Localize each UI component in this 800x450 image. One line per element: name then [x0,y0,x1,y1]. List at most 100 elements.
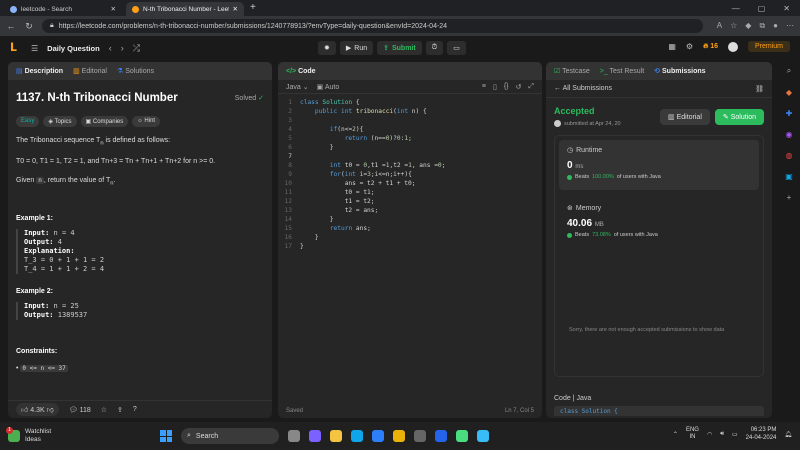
volume-icon[interactable]: 🔊︎ [720,431,724,438]
task-view-icon[interactable] [288,430,300,442]
chevron-up-icon[interactable]: ⌃ [673,431,678,438]
tab-testcase[interactable]: ☑ Testcase [554,67,590,75]
beats-icon [567,232,572,238]
copilot-icon[interactable] [477,430,489,442]
help-icon[interactable]: ? [133,406,137,413]
profile-icon[interactable]: ● [773,21,778,31]
lock-icon: ▣ [85,119,92,125]
solution-button[interactable]: ✎ Solution [714,108,764,125]
streak-counter[interactable]: 🔥︎ 16 [703,43,718,51]
code-line: 17} [284,243,304,250]
debug-button[interactable]: ✹ [318,41,336,55]
close-icon[interactable]: ✕ [111,5,116,13]
browser-tab-leetcode[interactable]: N-th Tribonacci Number - LeetCo ✕ [126,2,244,16]
windows-start-icon[interactable] [160,430,172,442]
tab-submissions[interactable]: ⟲ Submissions [654,67,705,75]
teams-icon[interactable] [309,430,321,442]
close-window-icon[interactable]: ✕ [783,4,790,13]
tab-code[interactable]: </> Code [286,68,316,75]
back-icon[interactable]: ← [6,21,16,31]
all-submissions-link[interactable]: ← All Submissions [554,85,612,92]
code-editor[interactable]: 1 class Solution { 2 public int tribonacc… [278,94,542,255]
tools-icon[interactable]: ✚ [786,109,793,118]
reload-icon[interactable]: ↻ [24,21,34,32]
minimize-icon[interactable]: — [732,4,740,13]
new-tab-icon[interactable]: + [250,2,256,16]
history-icon: ⟲ [654,68,661,75]
timer-button[interactable]: ⏰︎ [425,41,444,55]
widgets-button[interactable]: 1 Watchlist Ideas [6,427,51,444]
language-indicator[interactable]: ENG IN [686,427,699,441]
share-icon[interactable]: ⇪ [117,406,123,414]
battery-icon[interactable]: ▭ [732,431,738,438]
next-icon[interactable]: › [121,43,124,53]
extension-icon[interactable]: ◆ [745,21,751,31]
favorite-icon[interactable]: ☆ [730,21,737,31]
office-icon[interactable]: ◍ [786,151,793,160]
maximize-icon[interactable]: ▢ [758,4,766,13]
avatar[interactable] [727,41,738,52]
hint-tag[interactable]: ☼ Hint [132,116,161,127]
code-line: 3 [288,117,292,124]
store-icon[interactable] [414,430,426,442]
search-icon[interactable]: ⌕ [787,66,791,76]
leetcode-logo-icon[interactable]: ᒪ [10,42,22,54]
clock[interactable]: 06:23 PM 24-04-2024 [746,426,777,442]
reset-icon[interactable]: ↺ [516,83,522,91]
tab-solutions[interactable]: ⚗ Solutions [117,67,154,75]
layout-icon[interactable]: ▦ [668,42,676,51]
companies-tag[interactable]: ▣ Companies [80,116,129,127]
tab-test-result[interactable]: >_ Test Result [600,68,644,75]
link-icon[interactable]: ⛓ [755,85,764,93]
tab-editorial[interactable]: ▥ Editorial [73,67,107,75]
edge-icon[interactable] [351,430,363,442]
bookmark-icon[interactable]: ▯ [493,83,497,91]
format-icon[interactable]: ≡ [482,83,486,91]
shuffle-icon[interactable]: ⤮ [133,43,140,54]
editor-statusbar: Saved Ln 7, Col 5 [278,404,542,418]
menu-icon[interactable]: ⋯ [786,21,794,31]
prev-icon[interactable]: ‹ [109,43,112,53]
vscode-icon[interactable] [372,430,384,442]
cursor-position: Ln 7, Col 5 [504,408,534,414]
chrome-icon[interactable] [393,430,405,442]
browser-tab-search[interactable]: leetcode - Search ✕ [4,2,122,16]
code-line: 5 return (n== 0)? 0:1; [288,135,412,142]
runtime-stat[interactable]: ◷ Runtime 0 ms Beats 100.00% of users wit… [559,140,759,190]
collections-icon[interactable]: ⧉ [759,21,765,31]
url-input[interactable]: 🔒︎ https://leetcode.com/problems/n-th-tr… [42,19,703,33]
comments-button[interactable]: 💬︎ 118 [69,406,91,414]
tab-description[interactable]: ▤ Description [16,67,63,75]
wifi-icon[interactable]: ◠ [707,431,712,438]
outlook-icon[interactable]: ▣ [785,172,793,181]
close-icon[interactable]: ✕ [233,5,238,13]
memory-stat[interactable]: ⊛ Memory 40.06 MB Beats 73.08% of users w… [559,198,759,256]
list-icon[interactable]: ☰ [31,44,38,53]
checkbox-icon: ☑ [554,68,561,75]
editorial-button[interactable]: ▥ Editorial [660,108,710,125]
read-aloud-icon[interactable]: A [717,21,722,31]
shopping-icon[interactable]: ◆ [786,88,792,97]
star-icon[interactable]: ☆ [101,406,107,414]
topics-tag[interactable]: ◈ Topics [43,116,77,127]
auto-toggle[interactable]: ▣ Auto [317,83,340,91]
daily-question-link[interactable]: Daily Question [47,44,100,53]
notifications-icon[interactable]: 🔔︎ [784,431,792,438]
games-icon[interactable]: ◉ [786,130,793,139]
braces-icon[interactable]: {} [504,83,509,91]
taskbar-search[interactable]: ⌕ Search [181,428,279,444]
thumbs-down-icon[interactable]: 👎︎ [47,407,54,414]
note-button[interactable]: ▭ [447,41,466,55]
submit-button[interactable]: ⇪ Submit [377,41,422,55]
language-select[interactable]: Java ⌄ [286,83,309,91]
pen-icon: ✎ [722,113,729,121]
file-explorer-icon[interactable] [330,430,342,442]
like-button[interactable]: 👍︎ 4.3K 👎︎ [16,403,59,416]
word-icon[interactable] [435,430,447,442]
app-icon[interactable] [456,430,468,442]
fullscreen-icon[interactable]: ⤢ [528,83,534,91]
settings-icon[interactable]: ⚙ [686,42,693,51]
run-button[interactable]: ▶ Run [339,41,374,55]
add-icon[interactable]: + [787,193,792,202]
premium-button[interactable]: Premium [747,41,790,52]
